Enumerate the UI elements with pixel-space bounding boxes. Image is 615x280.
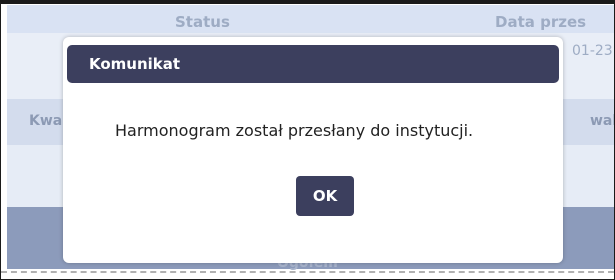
ok-button[interactable]: OK (296, 176, 354, 216)
message-dialog: Komunikat Harmonogram został przesłany d… (63, 37, 563, 263)
dialog-title: Komunikat (89, 55, 181, 73)
table-header-row: Status Data przes (7, 9, 614, 35)
dialog-titlebar: Komunikat (67, 45, 559, 83)
column-header-right: walit (590, 113, 614, 129)
bottom-divider (1, 271, 614, 273)
screenshot-frame: Status Data przes 01-23 Kwa walit Ogółem… (0, 0, 615, 280)
column-header-status: Status (175, 13, 230, 31)
date-cell: 01-23 (572, 43, 613, 59)
column-header-left: Kwa (29, 113, 63, 129)
dialog-message: Harmonogram został przesłany do instytuc… (115, 121, 474, 140)
top-border (1, 1, 614, 4)
column-header-date: Data przes (495, 13, 587, 31)
